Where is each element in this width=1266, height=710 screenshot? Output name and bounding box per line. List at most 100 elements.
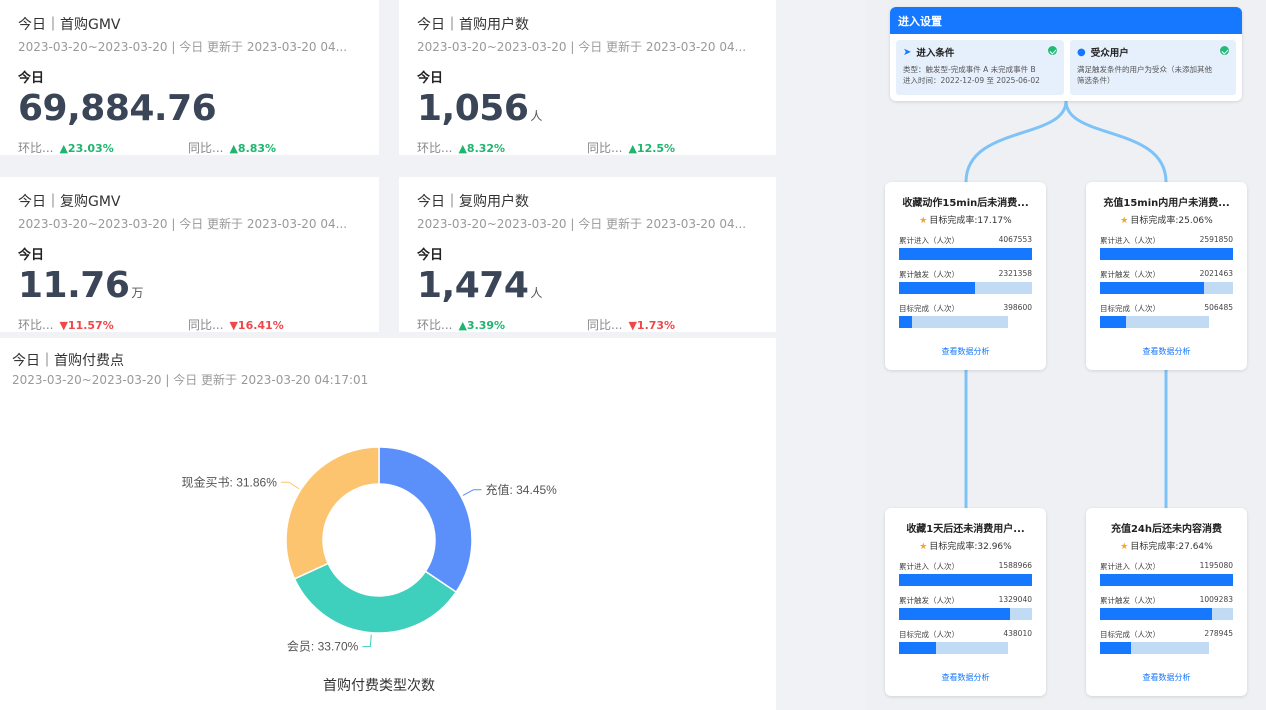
kpi-subtitle: 2023-03-20~2023-03-20 | 今日 更新于 2023-03-2…	[18, 40, 348, 54]
node-metric: 目标完成（人次） 278945	[1100, 629, 1233, 654]
metric-bar-fill	[1100, 574, 1233, 586]
entry-settings-header: 进入设置	[890, 7, 1242, 34]
view-analysis-link[interactable]: 查看数据分析	[899, 346, 1032, 357]
kpi-number: 11.76	[18, 265, 130, 306]
metric-label: 累计触发（人次）	[899, 596, 959, 605]
kpi-value: 11.76 万	[18, 265, 361, 314]
flow-node[interactable]: 充值15min内用户未消费... ★ 目标完成率:25.06% 累计进入（人次） 259…	[1086, 182, 1247, 370]
metric-bar	[1100, 316, 1210, 328]
metric-label: 累计触发（人次）	[1100, 270, 1160, 279]
metric-bar	[1100, 642, 1210, 654]
yoy-value: ▲12.5%	[628, 142, 676, 155]
entry-condition-line1: 类型：触发型-完成事件 A 未完成事件 B	[903, 65, 1036, 74]
view-analysis-link[interactable]: 查看数据分析	[1100, 672, 1233, 683]
metric-bar	[899, 608, 1032, 620]
kpi-title: 今日｜复购用户数	[417, 194, 529, 210]
mom-label: 环比...	[417, 318, 453, 332]
metric-value: 2021463	[1199, 269, 1233, 278]
kpi-value: 1,056 人	[417, 88, 758, 137]
node-rate-text: 目标完成率:25.06%	[1130, 216, 1213, 226]
kpi-unit: 人	[530, 109, 542, 123]
pie-leader-line-1	[362, 634, 372, 648]
yoy-value: ▲8.83%	[229, 142, 277, 155]
audience-box[interactable]: ● 受众用户 满足触发条件的用户为受众（未添加其他 筛选条件）	[1070, 40, 1236, 95]
user-icon: ●	[1077, 46, 1086, 58]
metric-bar-fill	[899, 316, 913, 328]
metric-bar	[899, 642, 1009, 654]
kpi-card-first-gmv: 今日｜首购GMV 2023-03-20~2023-03-20 | 今日 更新于 …	[0, 0, 379, 155]
metric-value: 1009283	[1199, 595, 1233, 604]
kpi-comparison: 环比... ▲23.03% 同比... ▲8.83%	[18, 139, 361, 155]
metric-bar-fill	[899, 642, 936, 654]
metric-value: 1588966	[998, 561, 1032, 570]
entry-settings-card[interactable]: 进入设置 ➤ 进入条件 类型：触发型-完成事件 A 未完成事件 B 进入时间：202…	[890, 7, 1242, 101]
metric-label: 目标完成（人次）	[1100, 630, 1160, 639]
connector-entry-left	[964, 100, 1068, 183]
metric-label: 累计进入（人次）	[1100, 562, 1160, 571]
kpi-unit: 人	[530, 286, 542, 300]
metric-bar	[1100, 574, 1233, 586]
mom-label: 环比...	[18, 141, 54, 155]
star-icon: ★	[1120, 542, 1129, 552]
chart-panel: 今日｜首购付费点 2023-03-20~2023-03-20 | 今日 更新于 …	[0, 338, 776, 710]
mom-value: ▲3.39%	[458, 319, 506, 332]
pie-label-2: 现金买书: 31.86%	[182, 474, 278, 489]
kpi-unit: 万	[131, 286, 143, 300]
metric-bar-fill	[1100, 608, 1213, 620]
check-icon	[1220, 46, 1229, 55]
entry-condition-box[interactable]: ➤ 进入条件 类型：触发型-完成事件 A 未完成事件 B 进入时间：2022-12-…	[896, 40, 1064, 95]
kpi-subtitle: 2023-03-20~2023-03-20 | 今日 更新于 2023-03-2…	[417, 40, 747, 54]
flow-node[interactable]: 充值24h后还未内容消费 ★ 目标完成率:27.64% 累计进入（人次） 1195080…	[1086, 508, 1247, 696]
metric-value: 398600	[1003, 303, 1032, 312]
node-rate: ★ 目标完成率:32.96%	[899, 539, 1032, 552]
node-title: 收藏1天后还未消费用户...	[906, 524, 1025, 535]
kpi-value: 69,884.76	[18, 88, 361, 137]
metric-bar-fill	[899, 574, 1032, 586]
metric-label: 累计触发（人次）	[899, 270, 959, 279]
star-icon: ★	[1120, 216, 1129, 226]
kpi-period-label: 今日	[18, 248, 45, 263]
node-metric: 累计触发（人次） 2021463	[1100, 269, 1233, 294]
donut-chart: 充值: 34.45% 会员: 33.70% 现金买书: 31.86% 首购付费类型次数	[182, 446, 557, 693]
entry-condition-title: 进入条件	[916, 48, 955, 59]
node-rate: ★ 目标完成率:17.17%	[899, 213, 1032, 226]
kpi-comparison: 环比... ▲8.32% 同比... ▲12.5%	[417, 139, 758, 155]
pie-leader-line-0	[462, 489, 482, 496]
kpi-comparison: 环比... ▼11.57% 同比... ▼16.41%	[18, 316, 361, 332]
node-metric: 目标完成（人次） 398600	[899, 303, 1032, 328]
connector-entry-right	[1064, 100, 1168, 183]
star-icon: ★	[919, 216, 928, 226]
pie-slice-0[interactable]	[378, 446, 473, 594]
metric-value: 278945	[1204, 629, 1233, 638]
star-icon: ★	[919, 542, 928, 552]
send-icon: ➤	[903, 46, 912, 58]
check-icon	[1048, 46, 1057, 55]
view-analysis-link[interactable]: 查看数据分析	[1100, 346, 1233, 357]
metric-bar	[899, 316, 1009, 328]
chart-caption: 首购付费类型次数	[323, 677, 435, 693]
node-rate-text: 目标完成率:27.64%	[1130, 542, 1213, 552]
yoy-label: 同比...	[188, 318, 224, 332]
audience-line1: 满足触发条件的用户为受众（未添加其他	[1077, 65, 1212, 74]
node-rate-text: 目标完成率:17.17%	[929, 216, 1012, 226]
metric-bar-fill	[1100, 642, 1131, 654]
view-analysis-link[interactable]: 查看数据分析	[899, 672, 1032, 683]
node-title: 收藏动作15min后未消费...	[902, 198, 1029, 209]
pie-label-1: 会员: 33.70%	[287, 640, 359, 654]
mom-label: 环比...	[18, 318, 54, 332]
pie-slice-2[interactable]	[285, 446, 380, 580]
metric-label: 目标完成（人次）	[899, 630, 959, 639]
node-metric: 目标完成（人次） 438010	[899, 629, 1032, 654]
flow-node[interactable]: 收藏1天后还未消费用户... ★ 目标完成率:32.96% 累计进入（人次） 15889…	[885, 508, 1046, 696]
metric-label: 累计进入（人次）	[1100, 236, 1160, 245]
node-metric: 累计触发（人次） 2321358	[899, 269, 1032, 294]
kpi-title: 今日｜首购GMV	[18, 17, 121, 33]
metric-bar	[1100, 248, 1233, 260]
metric-label: 目标完成（人次）	[1100, 304, 1160, 313]
kpi-comparison: 环比... ▲3.39% 同比... ▼1.73%	[417, 316, 758, 332]
kpi-number: 1,056	[417, 88, 529, 129]
dashboard: 今日｜首购GMV 2023-03-20~2023-03-20 | 今日 更新于 …	[0, 0, 1266, 710]
flow-node[interactable]: 收藏动作15min后未消费... ★ 目标完成率:17.17% 累计进入（人次） 406…	[885, 182, 1046, 370]
node-metric: 目标完成（人次） 506485	[1100, 303, 1233, 328]
kpi-period-label: 今日	[417, 71, 444, 86]
